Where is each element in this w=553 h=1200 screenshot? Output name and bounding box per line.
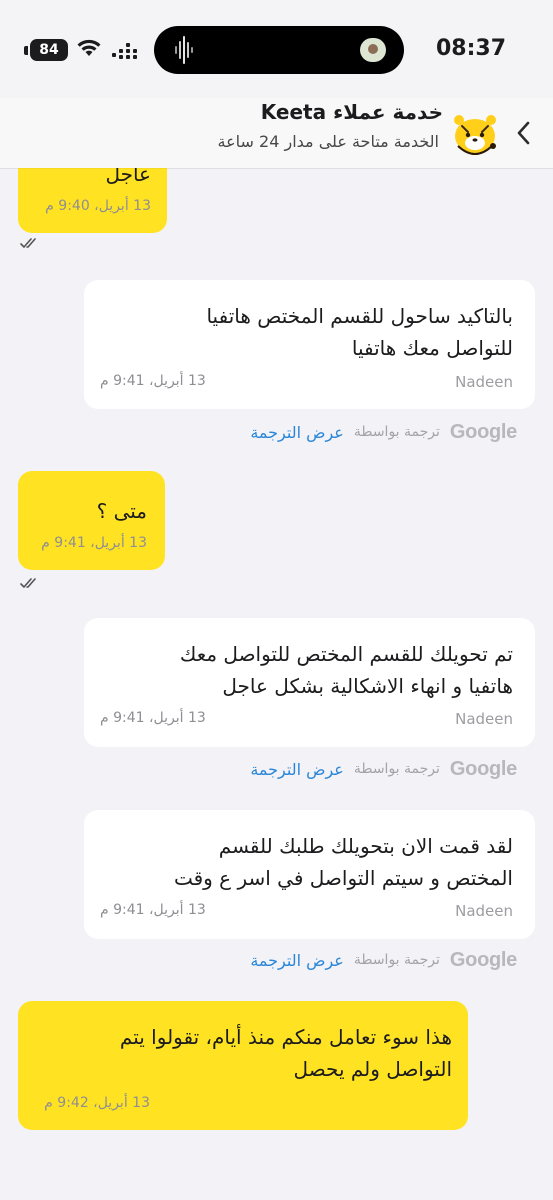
translation-row: عرض الترجمة ترجمة بواسطة Google bbox=[250, 420, 517, 444]
show-translation-link[interactable]: عرض الترجمة bbox=[250, 423, 344, 442]
user-message[interactable]: هذا سوء تعامل منكم منذ أيام، تقولوا يتم … bbox=[18, 1001, 468, 1130]
battery-tip bbox=[24, 46, 28, 55]
chat-subtitle: الخدمة متاحة على مدار 24 ساعة bbox=[217, 132, 439, 151]
show-translation-link[interactable]: عرض الترجمة bbox=[250, 760, 344, 779]
message-time: 13 أبريل، 9:41 م bbox=[100, 710, 206, 726]
back-button-overlay[interactable] bbox=[509, 118, 537, 148]
battery-icon: 84 bbox=[30, 39, 68, 61]
translation-row: عرض الترجمة ترجمة بواسطة Google bbox=[250, 948, 517, 972]
audio-waveform-icon bbox=[175, 36, 193, 64]
dynamic-island[interactable] bbox=[154, 26, 404, 74]
translated-by-label: ترجمة بواسطة bbox=[353, 952, 440, 968]
agent-name: Nadeen bbox=[455, 902, 513, 920]
message-time: 13 أبريل، 9:40 م bbox=[45, 198, 151, 214]
user-message[interactable]: متى ؟ 13 أبريل، 9:41 م bbox=[18, 471, 165, 570]
message-time: 13 أبريل، 9:42 م bbox=[44, 1095, 150, 1111]
message-time: 13 أبريل، 9:41 م bbox=[41, 535, 147, 551]
message-line: تم تحويلك للقسم المختص للتواصل معك bbox=[179, 642, 513, 666]
agent-message[interactable]: بالتاكيد ساحول للقسم المختص هاتفيا للتوا… bbox=[84, 280, 535, 409]
agent-name: Nadeen bbox=[455, 373, 513, 391]
message-line: لقد قمت الان بتحويلك طلبك للقسم bbox=[218, 834, 513, 858]
message-line: التواصل ولم يحصل bbox=[293, 1057, 452, 1081]
agent-message[interactable]: لقد قمت الان بتحويلك طلبك للقسم المختص و… bbox=[84, 810, 535, 939]
translated-by-label: ترجمة بواسطة bbox=[353, 761, 440, 777]
status-bar: 84 08:37 bbox=[0, 0, 553, 98]
double-check-icon bbox=[20, 578, 36, 588]
message-line: للتواصل معك هاتفيا bbox=[351, 336, 513, 360]
battery-level: 84 bbox=[39, 42, 59, 58]
clock: 08:37 bbox=[436, 36, 507, 61]
translation-row: عرض الترجمة ترجمة بواسطة Google bbox=[250, 757, 517, 781]
chat-title: خدمة عملاء Keeta bbox=[260, 100, 443, 124]
show-translation-link[interactable]: عرض الترجمة bbox=[250, 951, 344, 970]
wifi-icon bbox=[77, 39, 101, 56]
message-line: هاتفيا و انهاء الاشكالية بشكل عاجل bbox=[222, 674, 513, 698]
agent-message[interactable]: تم تحويلك للقسم المختص للتواصل معك هاتفي… bbox=[84, 618, 535, 747]
message-time: 13 أبريل، 9:41 م bbox=[100, 902, 206, 918]
signal-icon bbox=[112, 43, 137, 59]
live-activity-icon bbox=[360, 38, 386, 62]
agent-name: Nadeen bbox=[455, 710, 513, 728]
google-logo: Google bbox=[449, 948, 517, 971]
keeta-mascot-icon bbox=[450, 106, 500, 160]
chat-header-overlay: خدمة عملاء Keeta الخدمة متاحة على مدار 2… bbox=[0, 98, 553, 168]
translated-by-label: ترجمة بواسطة bbox=[353, 424, 440, 440]
message-time: 13 أبريل، 9:41 م bbox=[100, 373, 206, 389]
message-line: هذا سوء تعامل منكم منذ أيام، تقولوا يتم bbox=[119, 1025, 452, 1049]
double-check-icon bbox=[20, 238, 36, 248]
chevron-left-icon bbox=[517, 121, 530, 145]
message-text: متى ؟ bbox=[96, 499, 147, 523]
google-logo: Google bbox=[449, 420, 517, 443]
message-line: المختص و سيتم التواصل في اسر ع وقت bbox=[173, 866, 513, 890]
message-line: بالتاكيد ساحول للقسم المختص هاتفيا bbox=[206, 304, 513, 328]
google-logo: Google bbox=[449, 757, 517, 780]
